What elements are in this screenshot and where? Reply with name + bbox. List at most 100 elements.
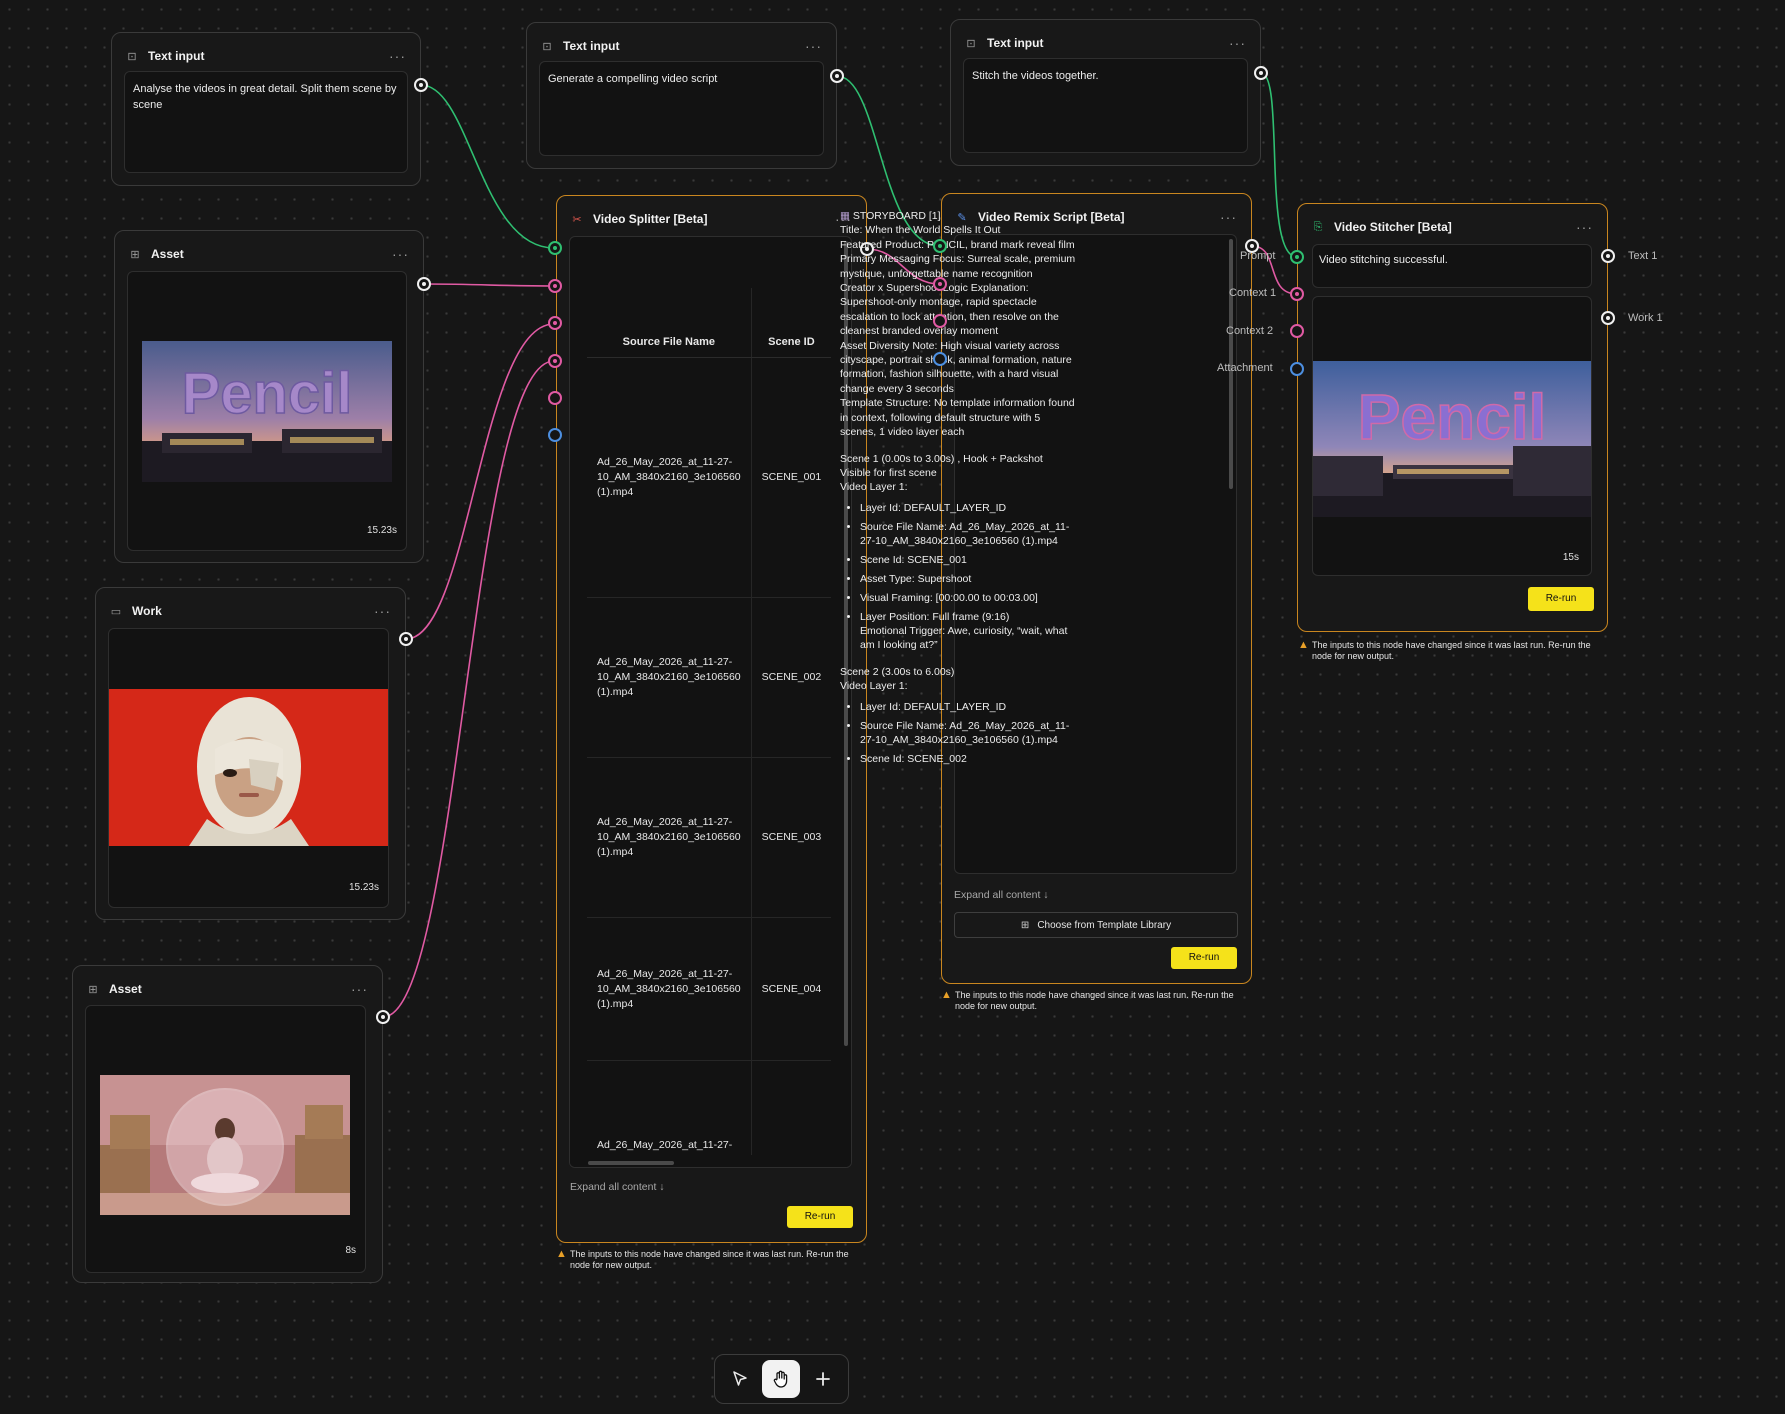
output-handle[interactable] [417, 277, 431, 291]
text-input-node-3[interactable]: ⊡ Text input ··· Stitch the videos togethe… [950, 19, 1261, 166]
work-node[interactable]: ▭ Work ··· 15.23s [95, 587, 406, 920]
edge-text3-stitcher [1260, 72, 1298, 258]
template-library-button[interactable]: ⊞ Choose from Template Library [954, 912, 1238, 938]
script-line: Asset Diversity Note: High visual variet… [840, 339, 1072, 395]
input-handle-context-1[interactable] [933, 277, 947, 291]
source-file-cell: Ad_26_May_2026_at_11-27-10_AM_3840x2160_… [587, 917, 752, 1061]
input-handle-media-1[interactable] [548, 279, 562, 293]
hand-icon [773, 1370, 788, 1388]
text-input-node-1[interactable]: ⊡ Text input ··· Analyse the videos in gre… [111, 32, 421, 186]
output-label-text: Text 1 [1628, 250, 1658, 262]
column-header[interactable]: Scene ID [751, 288, 832, 358]
layer-heading: Video Layer 1: [840, 481, 908, 494]
detail-item: Source File Name: Ad_26_May_2026_at_11-2… [860, 719, 1076, 748]
column-header[interactable]: Source File Name [587, 288, 752, 358]
asset-icon: ⊞ [88, 983, 98, 996]
rerun-button[interactable]: Re-run [1171, 947, 1237, 969]
node-title: Text input [987, 36, 1044, 50]
input-handle-attachment[interactable] [548, 428, 562, 442]
node-title: Video Stitcher [Beta] [1334, 220, 1452, 234]
text-input-node-2[interactable]: ⊡ Text input ··· Generate a compelling vid… [526, 22, 837, 169]
expand-all-link[interactable]: Expand all content ↓ [954, 889, 1049, 901]
input-handle-media-3[interactable] [548, 354, 562, 368]
asset-icon: ⊞ [130, 248, 140, 261]
work-preview[interactable] [108, 628, 389, 908]
input-handle-prompt[interactable] [933, 239, 947, 253]
table-row[interactable]: Ad_26_May_2026_at_11-27-10_AM_3840x2160_… [587, 917, 832, 1061]
text-input-icon: ⊡ [127, 50, 137, 63]
source-file-cell: Ad_26_May_2026_at_11-27-10_AM_3840x2160_… [587, 357, 752, 598]
input-handle-media-2[interactable] [548, 316, 562, 330]
select-tool-button[interactable] [721, 1360, 759, 1398]
script-line: Title: When the World Spells It Out [840, 224, 1001, 237]
input-handle-context-1[interactable] [1290, 287, 1304, 301]
storyboard-text: ▦ STORYBOARD [1] Title: When the World S… [840, 209, 1076, 769]
text-input-icon: ⊡ [966, 37, 976, 50]
scene-table: Source File Name Scene ID Ad_26_May_2026… [587, 288, 832, 1167]
portrait-thumbnail [109, 689, 388, 846]
scene-id-cell: SCENE_002 [751, 597, 832, 758]
horizontal-scrollbar[interactable] [588, 1161, 674, 1165]
node-title: Text input [148, 49, 205, 63]
scene-table-panel[interactable]: Source File Name Scene ID Ad_26_May_2026… [569, 236, 852, 1168]
rerun-button[interactable]: Re-run [1528, 587, 1594, 611]
hand-tool-button[interactable] [762, 1360, 800, 1398]
rerun-button[interactable]: Re-run [787, 1206, 853, 1228]
output-handle[interactable] [414, 78, 428, 92]
storyboard-heading: STORYBOARD [1] [852, 210, 941, 222]
table-row[interactable]: Ad_26_May_2026_at_11-27-10_AM_3840x2160_… [587, 1060, 832, 1167]
input-handle-context-2[interactable] [933, 314, 947, 328]
warning-icon: ▲ [941, 989, 952, 1001]
scene-id-cell: SCENE_004 [751, 917, 832, 1061]
table-row[interactable]: Ad_26_May_2026_at_11-27-10_AM_3840x2160_… [587, 597, 832, 758]
input-handle-prompt[interactable] [1290, 250, 1304, 264]
detail-item: Layer Id: DEFAULT_LAYER_ID [860, 700, 1076, 714]
duration-label: 15s [1562, 552, 1579, 563]
asset-node-2[interactable]: ⊞ Asset ··· 8s [72, 965, 383, 1283]
scene-id-cell: SCENE_001 [751, 357, 832, 598]
output-handle-work[interactable] [1601, 311, 1615, 325]
prompt-textarea[interactable]: Analyse the videos in great detail. Spli… [124, 71, 408, 173]
input-handle-context-2[interactable] [1290, 324, 1304, 338]
scene-1-details: Layer Id: DEFAULT_LAYER_ID Source File N… [840, 501, 1076, 653]
input-handle-prompt[interactable] [548, 241, 562, 255]
more-options-icon[interactable]: ··· [805, 38, 822, 54]
input-handle-attachment[interactable] [1290, 362, 1304, 376]
output-handle[interactable] [1254, 66, 1268, 80]
more-options-icon[interactable]: ··· [392, 246, 409, 262]
more-options-icon[interactable]: ··· [351, 981, 368, 997]
source-file-cell: Ad_26_May_2026_at_11-27-10_AM_3840x2160_… [587, 1060, 752, 1167]
output-handle[interactable] [376, 1010, 390, 1024]
more-options-icon[interactable]: ··· [1576, 219, 1593, 235]
video-stitcher-node[interactable]: ⎘ Video Stitcher [Beta] ··· Video stitchin… [1297, 203, 1608, 632]
asset-preview[interactable] [85, 1005, 366, 1273]
port-label-context-2: Context 2 [1226, 325, 1274, 337]
warning-icon: ▲ [1298, 639, 1309, 651]
prompt-textarea[interactable]: Stitch the videos together. [963, 58, 1248, 153]
prompt-textarea[interactable]: Generate a compelling video script [539, 61, 824, 156]
output-handle-text[interactable] [1601, 249, 1615, 263]
scene-2-details: Layer Id: DEFAULT_LAYER_ID Source File N… [840, 700, 1076, 767]
asset-node-1[interactable]: ⊞ Asset ··· Pencil 15.23s [114, 230, 424, 563]
add-tool-button[interactable] [804, 1360, 842, 1398]
output-handle[interactable] [399, 632, 413, 646]
asset-preview[interactable]: Pencil [127, 271, 407, 551]
scene-id-cell: SCENE_005 [751, 1060, 832, 1167]
stitched-video-preview[interactable]: Pencil 15s [1312, 296, 1592, 576]
input-handle-attachment[interactable] [933, 352, 947, 366]
expand-all-link[interactable]: Expand all content ↓ [570, 1181, 665, 1193]
table-row[interactable]: Ad_26_May_2026_at_11-27-10_AM_3840x2160_… [587, 357, 832, 598]
script-line: Primary Messaging Focus: Surreal scale, … [840, 253, 1076, 280]
node-title: Asset [109, 982, 142, 996]
source-file-cell: Ad_26_May_2026_at_11-27-10_AM_3840x2160_… [587, 597, 752, 758]
video-splitter-node[interactable]: ✂ Video Splitter [Beta] ··· Source File Na… [556, 195, 867, 1243]
more-options-icon[interactable]: ··· [374, 603, 391, 619]
output-label-work: Work 1 [1628, 312, 1663, 324]
more-options-icon[interactable]: ··· [1220, 209, 1237, 225]
edge-asset1-splitter [423, 283, 555, 287]
more-options-icon[interactable]: ··· [389, 48, 406, 64]
input-handle-media-4[interactable] [548, 391, 562, 405]
more-options-icon[interactable]: ··· [1229, 35, 1246, 51]
table-row[interactable]: Ad_26_May_2026_at_11-27-10_AM_3840x2160_… [587, 757, 832, 918]
output-handle[interactable] [830, 69, 844, 83]
